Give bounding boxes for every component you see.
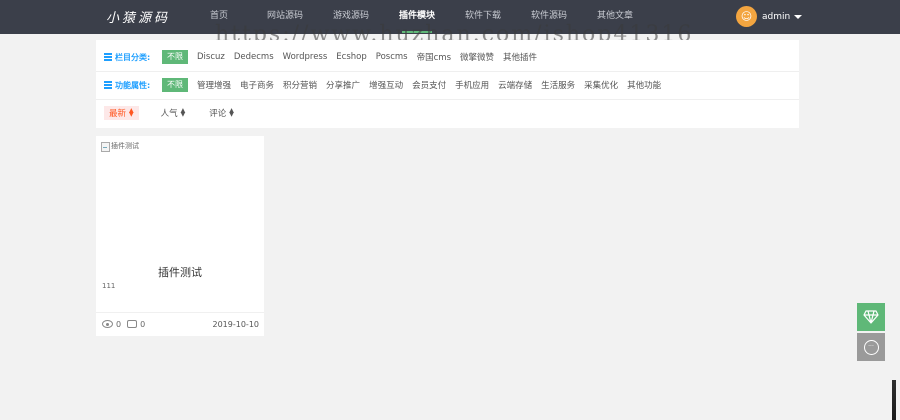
sort-arrows-icon: ▲ ▼ [229,107,234,118]
category-option[interactable]: 帝国cms [417,51,451,63]
category-option[interactable]: 其他插件 [503,51,537,63]
site-logo[interactable]: 小猿源码 [106,7,170,26]
category-option[interactable]: Discuz [197,52,225,62]
card-image-alt: 插件测试 [111,142,139,150]
function-option[interactable]: 积分营销 [283,79,317,91]
function-filter-label: 功能属性: [115,80,151,90]
card-image[interactable]: 插件测试 [101,142,259,252]
function-all-tag[interactable]: 不限 [162,78,188,92]
vip-button[interactable] [857,303,885,331]
sort-arrows-icon: ▲ ▼ [129,107,134,118]
function-option[interactable]: 生活服务 [541,79,575,91]
divider [96,71,799,72]
category-option[interactable]: Poscms [376,52,408,62]
diamond-icon [863,310,879,324]
comment-count: 0 [140,319,146,329]
function-option[interactable]: 管理增强 [197,79,231,91]
function-option[interactable]: 其他功能 [627,79,661,91]
sort-arrows-icon: ▲ ▼ [180,107,186,118]
sort-latest-label: 最新 [109,109,127,119]
eye-icon [102,320,113,328]
category-option[interactable]: 微擎微赞 [460,51,494,63]
product-card[interactable]: 插件测试 插件测试 111 0 0 2019-10-10 [96,136,264,336]
sort-latest[interactable]: 最新 ▲ ▼ [104,106,139,120]
category-all-tag[interactable]: 不限 [162,50,188,64]
category-filter-label-wrap: 栏目分类: [104,52,160,63]
sort-comments[interactable]: 评论 ▲ ▼ [209,107,234,120]
sort-popular-label: 人气 [160,109,178,119]
sort-popular[interactable]: 人气 ▲ ▼ [160,107,186,120]
list-icon [104,80,112,90]
card-date: 2019-10-10 [212,319,260,329]
user-menu[interactable]: ☺ admin [736,6,803,27]
category-filter-row: 栏目分类: 不限 Discuz Dedecms Wordpress Ecshop… [96,48,799,66]
view-count: 0 [116,319,122,329]
card-title[interactable]: 插件测试 [96,264,264,280]
card-meta: 0 0 2019-10-10 [102,318,259,330]
card-desc: 111 [102,282,116,290]
divider [96,99,799,100]
function-option[interactable]: 采集优化 [584,79,618,91]
filter-panel: 栏目分类: 不限 Discuz Dedecms Wordpress Ecshop… [96,40,799,128]
avatar-icon[interactable]: ☺ [736,6,757,27]
function-option[interactable]: 会员支付 [412,79,446,91]
function-option[interactable]: 电子商务 [240,79,274,91]
function-filter-row: 功能属性: 不限 管理增强 电子商务 积分营销 分享推广 增强互动 会员支付 手… [96,76,799,94]
broken-image-icon [101,142,110,152]
sort-comments-label: 评论 [209,109,227,119]
function-option[interactable]: 增强互动 [369,79,403,91]
divider [96,312,264,313]
user-name[interactable]: admin [762,12,790,22]
sort-row: 最新 ▲ ▼ 人气 ▲ ▼ 评论 ▲ ▼ [96,104,799,122]
category-option[interactable]: Ecshop [336,52,366,62]
list-icon [104,52,112,62]
chat-icon: ··· [863,339,879,355]
category-option[interactable]: Wordpress [283,52,328,62]
comment-icon [127,320,138,328]
edge-strip [892,380,896,420]
function-option[interactable]: 云端存储 [498,79,532,91]
function-option[interactable]: 手机应用 [455,79,489,91]
category-filter-label: 栏目分类: [115,52,151,62]
chat-button[interactable]: ··· [857,333,885,361]
function-option[interactable]: 分享推广 [326,79,360,91]
chevron-down-icon[interactable] [794,14,803,19]
category-option[interactable]: Dedecms [234,52,274,62]
function-filter-label-wrap: 功能属性: [104,80,160,91]
